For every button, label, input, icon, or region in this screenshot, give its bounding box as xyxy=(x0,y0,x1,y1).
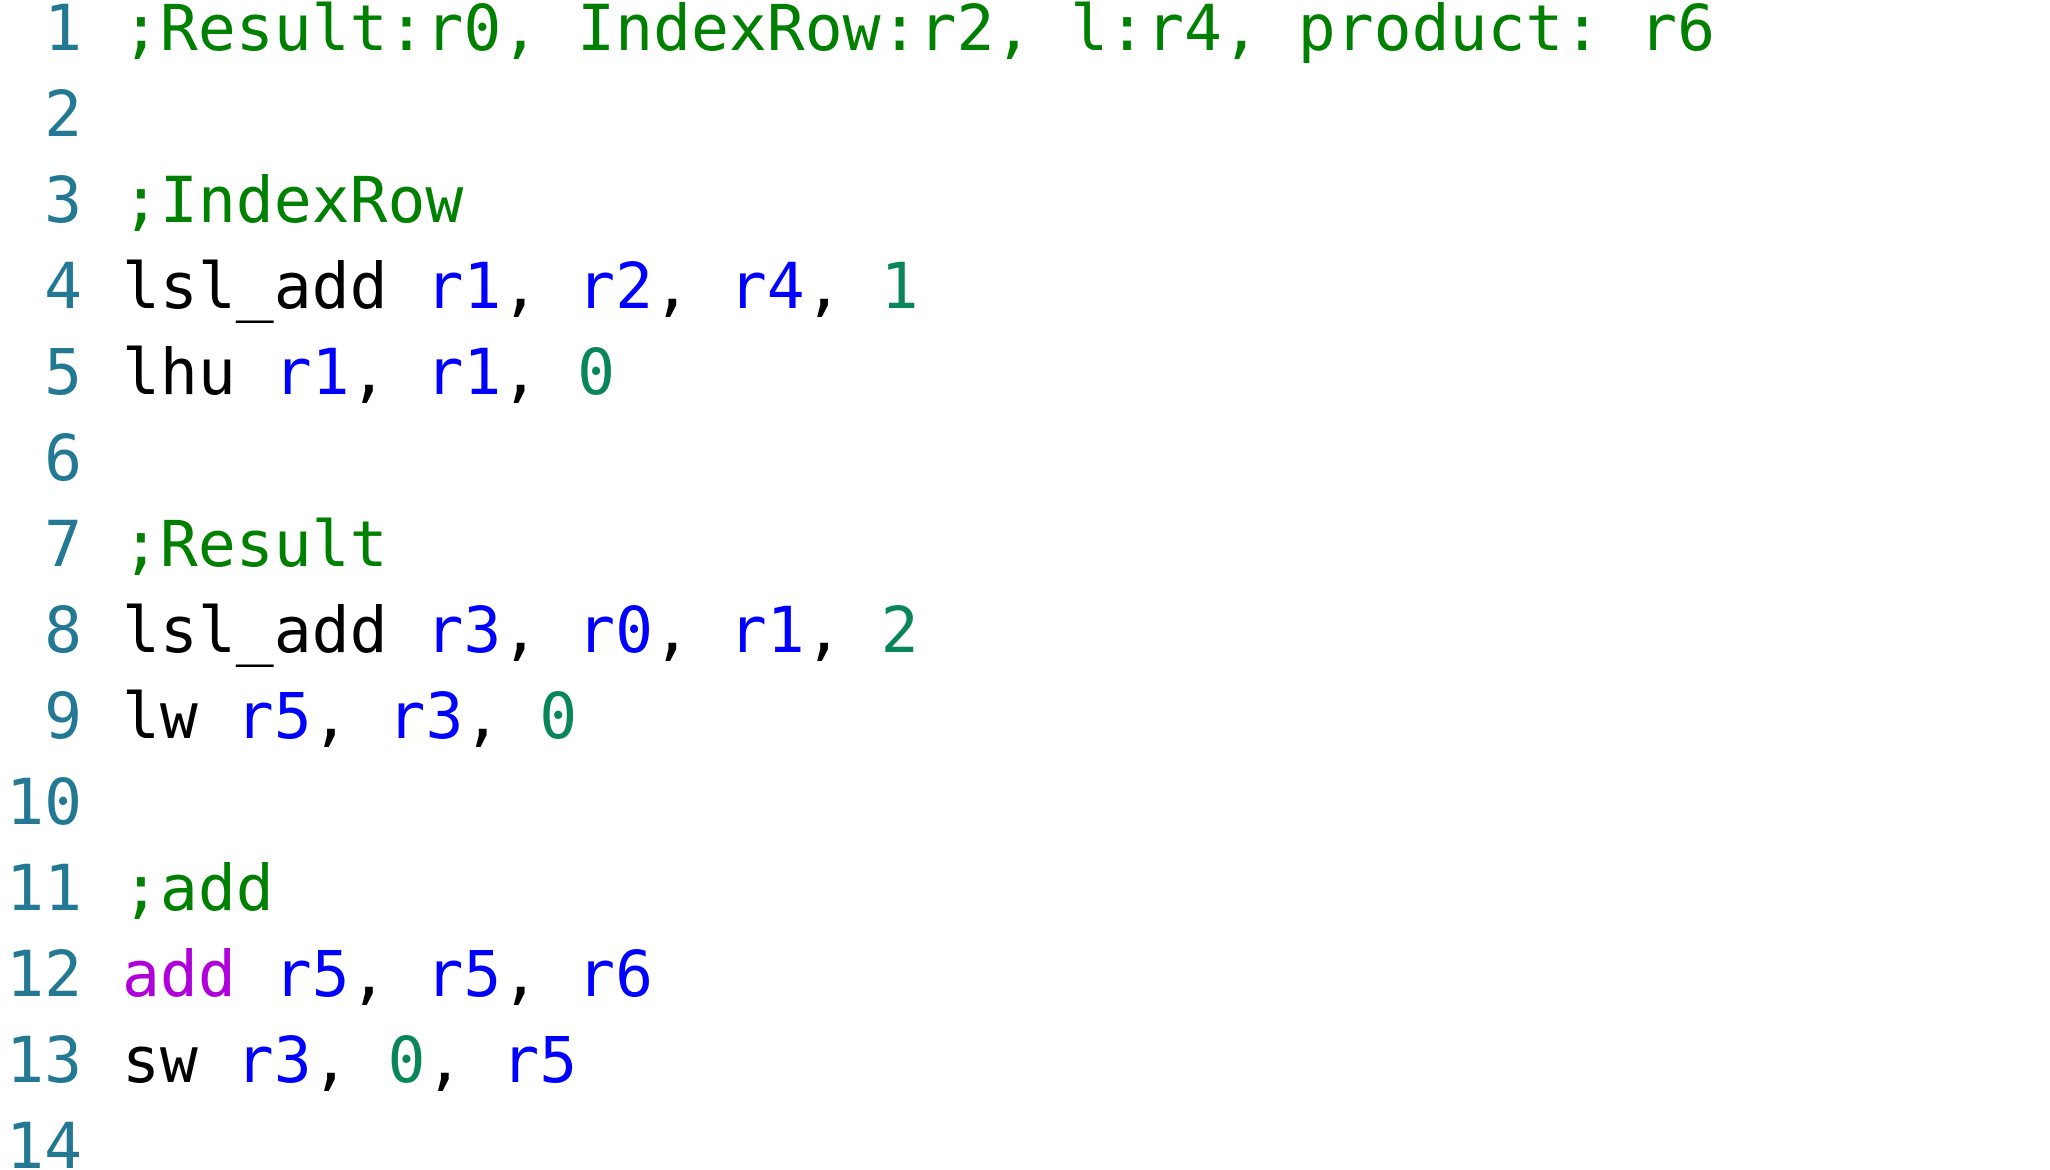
keyword-token: add xyxy=(122,938,236,1011)
register-token: r5 xyxy=(235,680,312,753)
register-token: r4 xyxy=(728,250,805,323)
line-number: 12 xyxy=(6,938,82,1011)
line-content[interactable]: ;Result:r0, IndexRow:r2, l:r4, product: … xyxy=(122,0,1715,72)
code-text: , xyxy=(311,680,388,753)
code-editor[interactable]: 1 ;Result:r0, IndexRow:r2, l:r4, product:… xyxy=(0,0,2050,1170)
number-token: 0 xyxy=(539,680,578,753)
code-comment: ;add xyxy=(122,852,274,925)
register-token: r5 xyxy=(425,938,502,1011)
number-token: 0 xyxy=(577,336,616,409)
code-text: , xyxy=(501,336,578,409)
code-text: lhu xyxy=(122,336,274,409)
register-token: r1 xyxy=(425,250,502,323)
line-number: 5 xyxy=(44,336,82,409)
code-text: , xyxy=(501,594,578,667)
register-token: r3 xyxy=(425,594,502,667)
code-text: lw xyxy=(122,680,236,753)
line-number: 11 xyxy=(6,852,82,925)
code-text: , xyxy=(804,594,881,667)
code-text: , xyxy=(463,680,540,753)
code-comment: ;IndexRow xyxy=(122,164,464,237)
code-text: lsl_add xyxy=(122,594,426,667)
line-number: 6 xyxy=(44,422,82,495)
register-token: r1 xyxy=(728,594,805,667)
code-text: lsl_add xyxy=(122,250,426,323)
code-text: , xyxy=(349,938,426,1011)
line-number: 4 xyxy=(44,250,82,323)
code-text: , xyxy=(653,594,729,667)
code-text: , xyxy=(311,1024,388,1097)
line-number: 2 xyxy=(44,78,82,151)
register-token: r2 xyxy=(577,250,654,323)
line-number: 3 xyxy=(44,164,82,237)
line-content[interactable]: ;Result xyxy=(122,502,388,588)
code-text: , xyxy=(501,250,578,323)
number-token: 1 xyxy=(880,250,919,323)
line-content[interactable]: lsl_add r1, r2, r4, 1 xyxy=(122,244,919,330)
line-number: 14 xyxy=(6,1110,82,1170)
register-token: r3 xyxy=(387,680,464,753)
register-token: r5 xyxy=(273,938,350,1011)
line-number: 9 xyxy=(44,680,82,753)
code-comment: ;Result xyxy=(122,508,388,581)
register-token: r0 xyxy=(577,594,654,667)
register-token: r3 xyxy=(235,1024,312,1097)
code-text: , xyxy=(653,250,729,323)
line-content[interactable]: lw r5, r3, 0 xyxy=(122,674,577,760)
code-text: , xyxy=(425,1024,502,1097)
line-content[interactable]: lsl_add r3, r0, r1, 2 xyxy=(122,588,919,674)
line-number: 7 xyxy=(44,508,82,581)
register-token: r1 xyxy=(273,336,350,409)
code-text: , xyxy=(501,938,578,1011)
line-number: 8 xyxy=(44,594,82,667)
line-content[interactable]: lhu r1, r1, 0 xyxy=(122,330,615,416)
register-token: r6 xyxy=(577,938,654,1011)
code-text: , xyxy=(349,336,426,409)
code-text: , xyxy=(804,250,881,323)
line-number: 1 xyxy=(44,0,82,65)
line-content[interactable]: add r5, r5, r6 xyxy=(122,932,653,1018)
line-content[interactable]: ;IndexRow xyxy=(122,158,463,244)
number-token: 0 xyxy=(387,1024,426,1097)
code-comment: ;Result:r0, IndexRow:r2, l:r4, product: … xyxy=(122,0,1716,65)
line-content[interactable]: ;add xyxy=(122,846,274,932)
register-token: r1 xyxy=(425,336,502,409)
number-token: 2 xyxy=(880,594,919,667)
line-number: 10 xyxy=(6,766,82,839)
code-text: sw xyxy=(122,1024,236,1097)
register-token: r5 xyxy=(501,1024,578,1097)
line-content[interactable]: sw r3, 0, r5 xyxy=(122,1018,577,1104)
line-number: 13 xyxy=(6,1024,82,1097)
